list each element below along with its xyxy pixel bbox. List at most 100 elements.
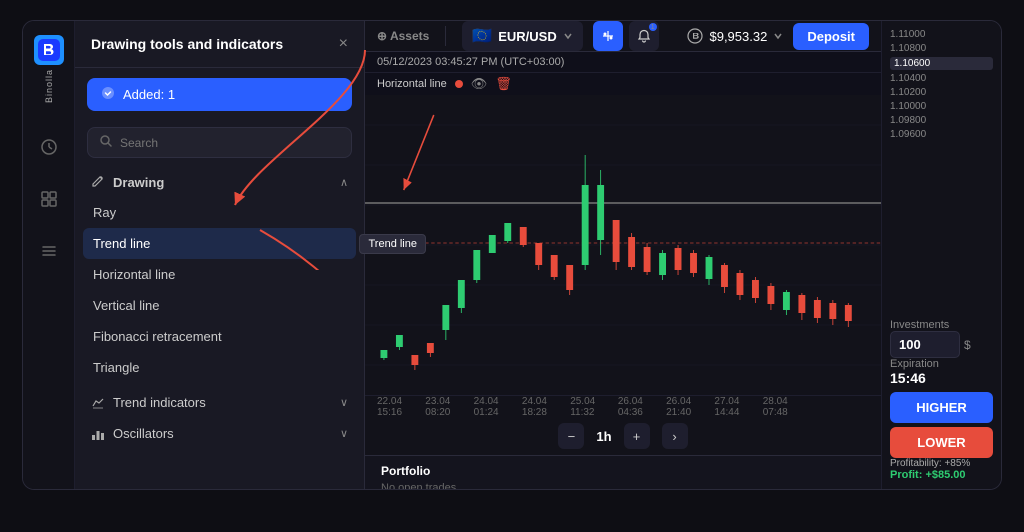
candlestick-chart xyxy=(365,95,881,395)
indicator-bar: 05/12/2023 03:45:27 PM (UTC+03:00) xyxy=(365,52,881,73)
search-box[interactable] xyxy=(87,127,352,158)
chart-section: 22.04 15:16 23.04 08:20 24.04 01:24 24.0… xyxy=(365,95,881,490)
currency-name: EUR/USD xyxy=(498,29,557,44)
notification-badge: 1 xyxy=(649,23,657,31)
zoom-in-button[interactable]: + xyxy=(624,423,650,449)
drawing-panel-title: Drawing tools and indicators xyxy=(91,36,283,52)
time-label-7: 26.04 21:40 xyxy=(666,396,714,418)
oscillators-label: Oscillators xyxy=(91,426,174,441)
added-label: Added: 1 xyxy=(123,87,175,102)
chart-datetime: 05/12/2023 03:45:27 PM (UTC+03:00) xyxy=(377,56,564,68)
price-1: 1.11000 xyxy=(890,29,993,40)
chart-controls: − 1h + › xyxy=(365,417,881,455)
portfolio-empty: No open trades xyxy=(381,482,865,490)
search-icon xyxy=(100,135,112,150)
drawing-item-ray[interactable]: Ray xyxy=(83,197,356,228)
added-icon xyxy=(101,86,115,103)
added-badge[interactable]: Added: 1 xyxy=(87,78,352,111)
balance-chevron xyxy=(773,31,783,41)
drawing-chevron[interactable]: ∧ xyxy=(340,176,348,189)
trend-line-tooltip: Trend line xyxy=(359,234,426,254)
portfolio-title: Portfolio xyxy=(381,464,865,478)
drawing-item-trend-line[interactable]: Trend line Trend line xyxy=(83,228,356,259)
timeframe-label: 1h xyxy=(596,429,611,444)
price-axis: 1.11000 1.10800 1.10600 1.10400 1.10200 … xyxy=(890,29,993,140)
price-4: 1.10400 xyxy=(890,73,993,84)
drawing-item-triangle-label: Triangle xyxy=(93,360,139,375)
currency-selector[interactable]: 🇪🇺 EUR/USD xyxy=(462,21,582,51)
divider xyxy=(445,26,446,46)
assets-label: ⊕ Assets xyxy=(377,29,429,43)
time-label-1: 22.04 15:16 xyxy=(377,396,425,418)
expiration-label: Expiration xyxy=(890,358,993,370)
time-label-4: 24.04 18:28 xyxy=(522,396,570,418)
drawing-icon xyxy=(91,174,105,191)
trend-indicators-section[interactable]: Trend indicators ∨ xyxy=(75,387,364,418)
price-3: 1.10600 xyxy=(890,57,993,70)
drawing-item-horizontal-label: Horizontal line xyxy=(93,267,175,282)
drawing-panel-header: Drawing tools and indicators × xyxy=(75,21,364,68)
left-sidebar: Binolla xyxy=(23,21,75,489)
chart-tools: 1 xyxy=(593,21,659,51)
horizontal-line-bar: Horizontal line 👁 🗑 xyxy=(365,73,881,95)
drawing-item-horizontal[interactable]: Horizontal line xyxy=(83,259,356,290)
deposit-button[interactable]: Deposit xyxy=(793,23,869,50)
flag-icon: 🇪🇺 xyxy=(472,26,492,46)
drawing-item-ray-label: Ray xyxy=(93,205,116,220)
time-label-6: 26.04 04:36 xyxy=(618,396,666,418)
investments-row: $ xyxy=(890,331,993,358)
drawing-items-list: Ray Trend line Trend line Horizontal lin… xyxy=(75,197,364,383)
balance-display: $9,953.32 xyxy=(687,28,783,44)
close-button[interactable]: × xyxy=(339,35,348,53)
investments-input[interactable] xyxy=(890,331,960,358)
chart-wrapper xyxy=(365,95,881,395)
bottom-sections: Trend indicators ∨ Oscillators ∨ xyxy=(75,387,364,449)
lower-button[interactable]: LOWER xyxy=(890,427,993,458)
price-8: 1.09600 xyxy=(890,129,993,140)
right-panel: 1.11000 1.10800 1.10600 1.10400 1.10200 … xyxy=(881,21,1001,489)
notifications-button[interactable]: 1 xyxy=(629,21,659,51)
chart-header: ⊕ Assets 🇪🇺 EUR/USD 1 $9,953.32 xyxy=(365,21,881,52)
nav-item-2[interactable] xyxy=(31,181,67,217)
portfolio-bar: Portfolio No open trades xyxy=(365,455,881,490)
expiration-value: 15:46 xyxy=(890,370,993,386)
horizontal-line-label: Horizontal line xyxy=(377,78,447,90)
time-label-8: 27.04 14:44 xyxy=(714,396,762,418)
time-label-3: 24.04 01:24 xyxy=(474,396,522,418)
time-label-5: 25.04 11:32 xyxy=(570,396,618,418)
investments-label: Investments xyxy=(890,319,993,331)
drawing-item-vertical-label: Vertical line xyxy=(93,298,159,313)
price-6: 1.10000 xyxy=(890,101,993,112)
logo-area: Binolla xyxy=(34,35,64,103)
currency-chevron xyxy=(563,31,573,41)
trend-indicators-label: Trend indicators xyxy=(91,395,206,410)
nav-item-3[interactable] xyxy=(31,233,67,269)
time-label-9: 28.04 07:48 xyxy=(763,396,811,418)
trading-panel: Investments $ Expiration 15:46 HIGHER LO… xyxy=(890,319,993,481)
indicator-delete-icon[interactable]: 🗑 xyxy=(495,76,512,92)
drawing-item-triangle[interactable]: Triangle xyxy=(83,352,356,383)
indicators-button[interactable] xyxy=(593,21,623,51)
trend-chevron[interactable]: ∨ xyxy=(340,396,348,409)
higher-button[interactable]: HIGHER xyxy=(890,392,993,423)
main-area: ⊕ Assets 🇪🇺 EUR/USD 1 $9,953.32 xyxy=(365,21,881,489)
drawing-panel: Drawing tools and indicators × Added: 1 … xyxy=(75,21,365,489)
indicator-eye-icon[interactable]: 👁 xyxy=(471,76,488,92)
drawing-item-fibonacci[interactable]: Fibonacci retracement xyxy=(83,321,356,352)
nav-item-1[interactable] xyxy=(31,129,67,165)
binolla-logo-svg xyxy=(38,39,60,61)
forward-button[interactable]: › xyxy=(662,423,688,449)
time-label-2: 23.04 08:20 xyxy=(425,396,473,418)
search-input[interactable] xyxy=(120,136,339,150)
indicator-status-dot xyxy=(455,80,463,88)
drawing-section-header: Drawing ∧ xyxy=(75,164,364,197)
drawing-item-vertical[interactable]: Vertical line xyxy=(83,290,356,321)
time-axis: 22.04 15:16 23.04 08:20 24.04 01:24 24.0… xyxy=(365,395,881,417)
zoom-out-button[interactable]: − xyxy=(558,423,584,449)
profitability-label: Profitability: +85% xyxy=(890,458,993,469)
oscillators-section[interactable]: Oscillators ∨ xyxy=(75,418,364,449)
profit-value: Profit: +$85.00 xyxy=(890,469,993,481)
drawing-item-trend-label: Trend line xyxy=(93,236,150,251)
oscillators-chevron[interactable]: ∨ xyxy=(340,427,348,440)
price-5: 1.10200 xyxy=(890,87,993,98)
